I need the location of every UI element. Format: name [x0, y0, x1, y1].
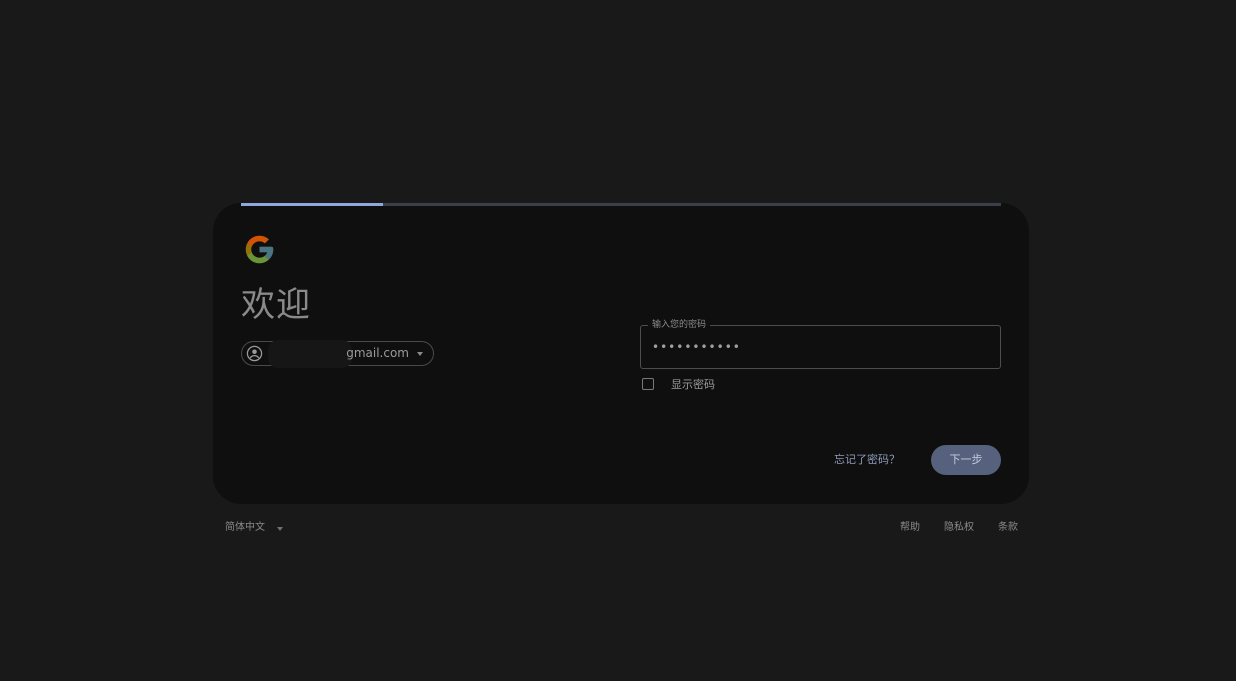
language-selector[interactable]: 简体中文	[225, 521, 265, 535]
account-chip[interactable]: gmail.com	[241, 340, 434, 368]
progress-bar	[241, 203, 1001, 206]
next-button[interactable]: 下一步	[931, 445, 1001, 475]
sign-in-page: 欢迎 gmail.com 输入您的密码 ••••••••••• 显示密码 忘记了…	[0, 0, 1236, 681]
progress-bar-fill	[241, 203, 384, 206]
help-link[interactable]: 帮助	[900, 521, 920, 535]
account-circle-icon	[246, 345, 263, 362]
chevron-down-icon	[417, 352, 423, 356]
forgot-password-link[interactable]: 忘记了密码？	[834, 452, 900, 467]
redacted-email-block	[268, 340, 352, 368]
password-input[interactable]: •••••••••••	[652, 340, 741, 354]
password-field-label: 输入您的密码	[648, 319, 711, 331]
privacy-link[interactable]: 隐私权	[944, 521, 974, 535]
chevron-down-icon[interactable]	[277, 527, 283, 531]
account-email: gmail.com	[346, 346, 409, 360]
show-password-checkbox[interactable]	[642, 378, 654, 390]
password-field[interactable]: 输入您的密码 •••••••••••	[640, 319, 1001, 369]
show-password-label: 显示密码	[671, 378, 715, 391]
google-logo-icon	[245, 235, 274, 264]
page-title: 欢迎	[241, 285, 311, 325]
terms-link[interactable]: 条款	[998, 521, 1018, 535]
